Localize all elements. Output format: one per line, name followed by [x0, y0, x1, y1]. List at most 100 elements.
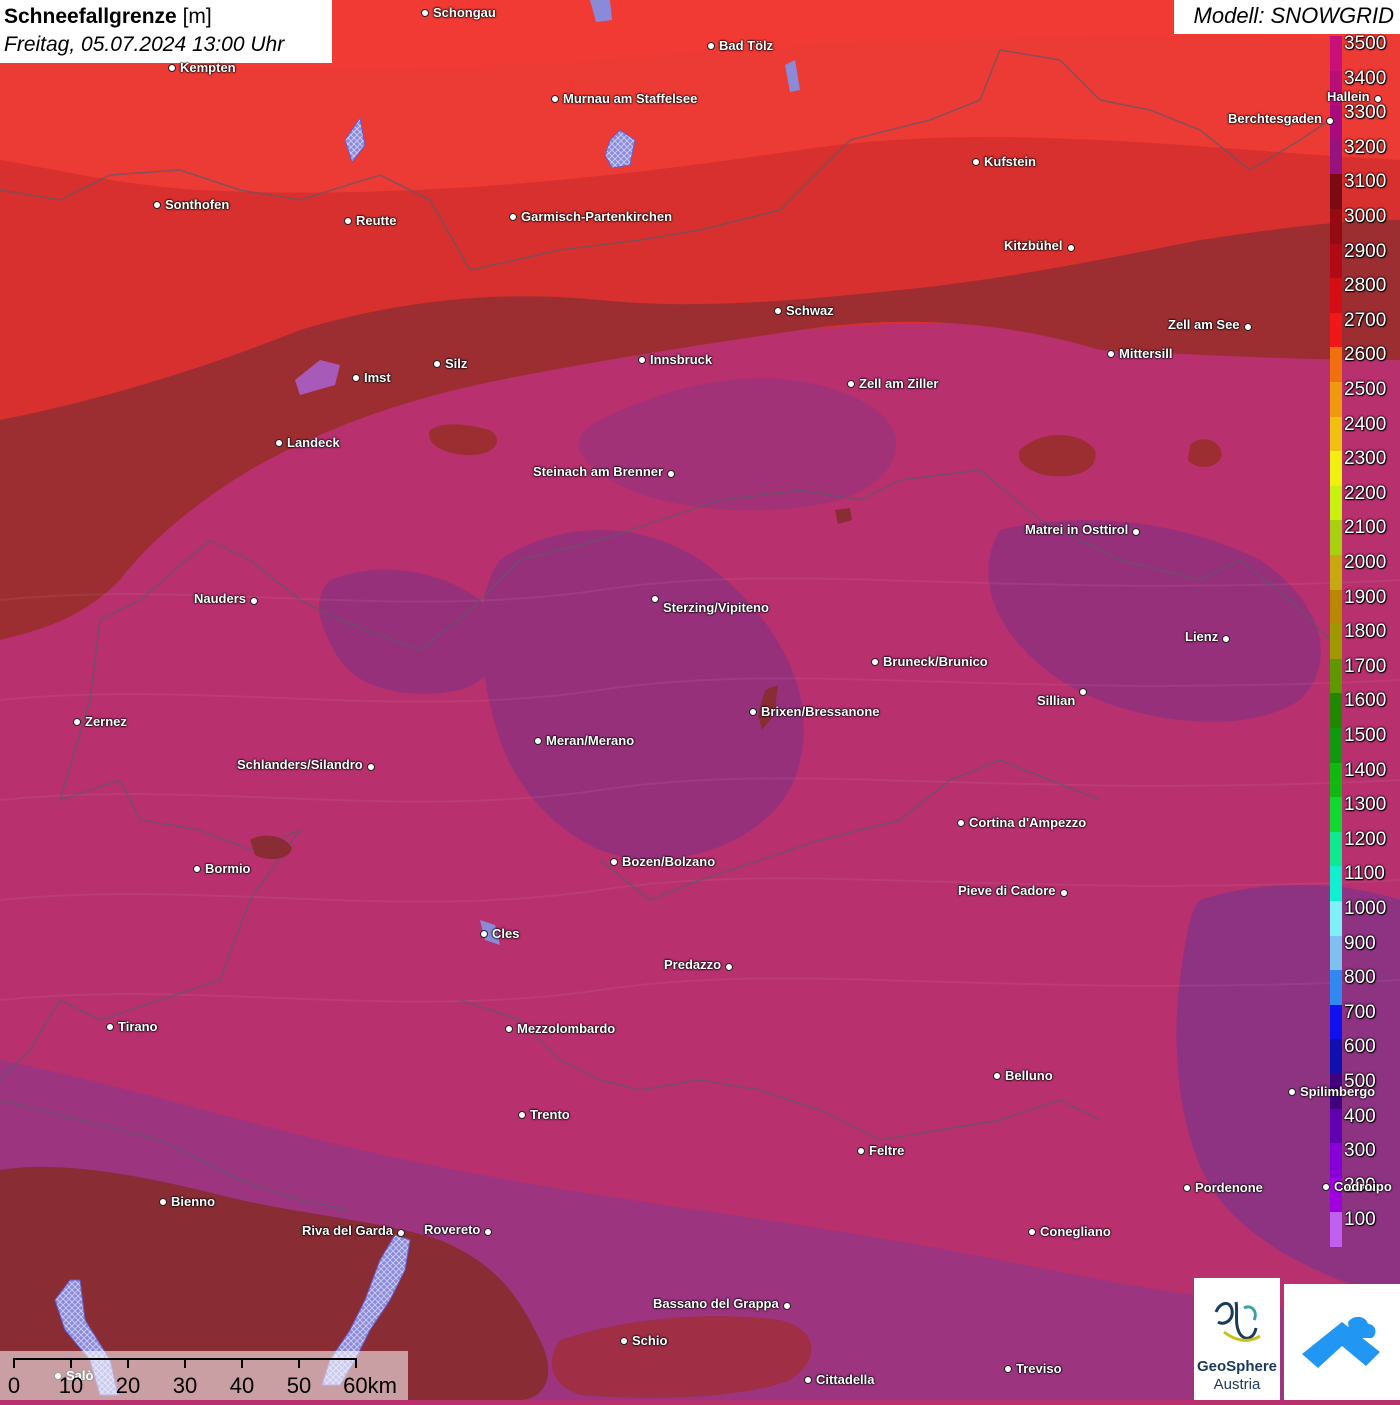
- city-marker: [783, 1302, 791, 1310]
- city-marker: [505, 1025, 513, 1033]
- legend-swatch: [1330, 485, 1342, 521]
- legend-label: 3400: [1344, 67, 1387, 89]
- partner-logo: [1284, 1284, 1400, 1400]
- city-marker: [1079, 688, 1087, 696]
- city-label: Rovereto: [424, 1222, 481, 1237]
- city-label: Belluno: [1005, 1068, 1053, 1083]
- city-label: Sonthofen: [165, 197, 230, 212]
- city-label: Bormio: [205, 861, 251, 876]
- scale-label: 40: [229, 1373, 255, 1398]
- city-label: Zell am Ziller: [859, 376, 939, 391]
- legend-swatch: [1330, 970, 1342, 1006]
- scale-label: 50: [286, 1373, 312, 1398]
- city-marker: [250, 597, 258, 605]
- scale-tick: [184, 1358, 186, 1368]
- legend-label: 3100: [1344, 171, 1387, 193]
- city-marker: [610, 858, 618, 866]
- map-timestamp: Freitag, 05.07.2024 13:00 Uhr: [4, 33, 285, 56]
- city-label: Schongau: [433, 5, 496, 20]
- city-marker: [651, 595, 659, 603]
- legend-swatch: [1330, 589, 1342, 625]
- legend-label: 1900: [1344, 586, 1387, 608]
- scale-tick: [70, 1358, 72, 1368]
- city-label: Sterzing/Vipiteno: [663, 600, 769, 615]
- map-title: Schneefallgrenze [m]: [4, 3, 328, 31]
- legend-swatch: [1330, 1004, 1342, 1040]
- city-label: Cittadella: [816, 1372, 875, 1387]
- city-marker: [344, 217, 352, 225]
- city-marker: [159, 1198, 167, 1206]
- city-marker: [1028, 1228, 1036, 1236]
- legend-swatch: [1330, 209, 1342, 245]
- scale-label: 60km: [343, 1373, 397, 1398]
- legend-label: 1800: [1344, 621, 1387, 643]
- legend-label: 2100: [1344, 517, 1387, 539]
- legend-label: 1600: [1344, 690, 1387, 712]
- legend-label: 100: [1344, 1209, 1376, 1231]
- city-label: Meran/Merano: [546, 733, 635, 748]
- legend-label: 1500: [1344, 725, 1387, 746]
- city-marker: [638, 356, 646, 364]
- legend-label: 400: [1344, 1105, 1376, 1127]
- city-marker: [1060, 889, 1068, 897]
- city-marker: [620, 1337, 628, 1345]
- legend-label: 3500: [1344, 33, 1387, 54]
- city-marker: [484, 1228, 492, 1236]
- legend-label: 1700: [1344, 655, 1387, 677]
- city-marker: [73, 718, 81, 726]
- color-legend: 3500 3400 3300 3200 3100 3000 2900 2800 2700 2600…: [1330, 33, 1400, 1248]
- city-marker: [534, 737, 542, 745]
- city-label: Predazzo: [664, 957, 722, 972]
- city-marker: [367, 763, 375, 771]
- city-marker: [352, 374, 360, 382]
- city-label: Bienno: [171, 1194, 216, 1209]
- city-label: Feltre: [869, 1143, 905, 1158]
- city-label: Zernez: [85, 714, 127, 729]
- city-label: Murnau am Staffelsee: [563, 91, 698, 106]
- city-marker: [1326, 117, 1334, 125]
- city-label: Conegliano: [1040, 1224, 1111, 1239]
- scale-tick: [298, 1358, 300, 1368]
- city-marker: [1132, 528, 1140, 536]
- legend-label: 2000: [1344, 552, 1387, 573]
- scale-label: 20: [115, 1373, 141, 1398]
- city-label: Landeck: [287, 435, 340, 450]
- city-marker: [275, 439, 283, 447]
- city-marker: [518, 1111, 526, 1119]
- city-marker: [857, 1147, 865, 1155]
- legend-swatch: [1330, 139, 1342, 175]
- legend-label: 2800: [1344, 275, 1387, 297]
- title-unit: [m]: [182, 5, 212, 28]
- city-label: Tirano: [118, 1019, 158, 1034]
- city-marker: [1004, 1365, 1012, 1373]
- city-label: Sillian: [1037, 693, 1076, 708]
- legend-swatch: [1330, 416, 1342, 452]
- city-label: Bruneck/Brunico: [883, 654, 988, 669]
- city-marker: [774, 307, 782, 315]
- city-label: Innsbruck: [650, 352, 713, 367]
- city-label: Kempten: [180, 60, 236, 75]
- city-label: Reutte: [356, 213, 397, 228]
- legend-label: 1200: [1344, 828, 1387, 850]
- city-marker: [1183, 1184, 1191, 1192]
- legend-label: 2300: [1344, 448, 1387, 470]
- legend-label: 1300: [1344, 794, 1387, 816]
- scale-tick: [355, 1358, 357, 1368]
- city-marker: [168, 64, 176, 72]
- city-label: Bad Tölz: [719, 38, 774, 53]
- legend-label: 3300: [1344, 102, 1387, 124]
- model-label: Modell: SNOWGRID: [1174, 0, 1400, 34]
- legend-swatch: [1330, 36, 1342, 72]
- city-label: Bozen/Bolzano: [622, 854, 716, 869]
- legend-swatch: [1330, 174, 1342, 210]
- legend-swatch: [1330, 831, 1342, 867]
- city-label: Nauders: [194, 591, 247, 606]
- scale-label: 10: [58, 1373, 84, 1398]
- city-label: Zell am See: [1168, 317, 1240, 332]
- austria-text: Austria: [1213, 1376, 1261, 1393]
- city-marker: [749, 708, 757, 716]
- city-label: Pieve di Cadore: [958, 883, 1056, 898]
- city-label: Pordenone: [1195, 1180, 1263, 1195]
- legend-swatch: [1330, 1212, 1342, 1248]
- legend-swatch: [1330, 935, 1342, 971]
